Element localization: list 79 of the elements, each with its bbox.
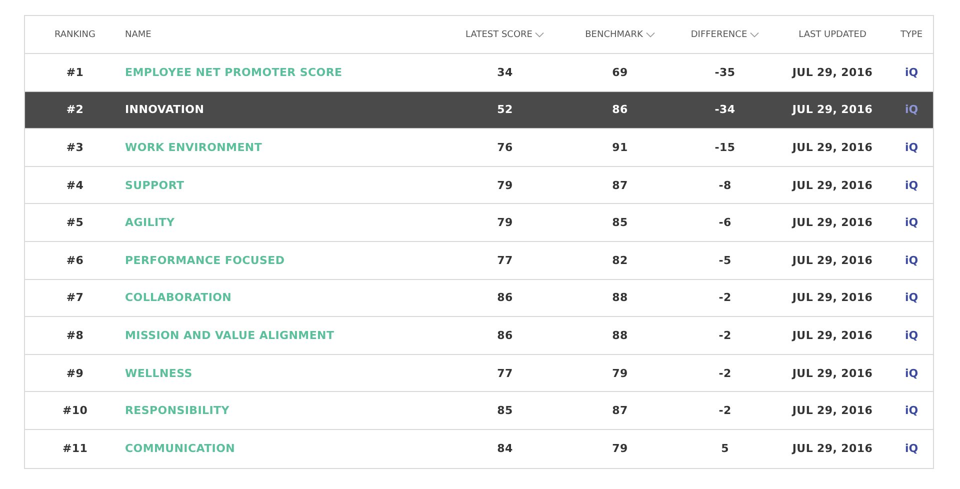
benchmark-cell-text: 87 — [611, 178, 629, 192]
rank-cell-text: #6 — [65, 254, 85, 267]
score-cell-text: 85 — [496, 404, 514, 418]
score-cell-text: 76 — [496, 140, 514, 154]
column-header: NAME — [125, 30, 152, 40]
difference-cell-text: -15 — [714, 140, 736, 154]
column-header: LAST UPDATED — [798, 30, 866, 40]
column-header[interactable]: BENCHMARK — [585, 30, 655, 40]
benchmark-cell-text: 85 — [611, 216, 629, 230]
type-label: iQ — [904, 366, 918, 380]
score-cell-text: 77 — [496, 254, 514, 267]
column-header[interactable]: LATEST SCORE — [466, 30, 544, 40]
score-cell-text: 77 — [496, 366, 514, 380]
table-row[interactable]: #7 COLLABORATION 86 88 -2 JUL 29, 2016 iQ — [25, 280, 933, 318]
rank-cell-text: #4 — [65, 178, 85, 192]
difference-cell-text: -2 — [718, 404, 732, 418]
benchmark-cell-text: 79 — [611, 366, 629, 380]
difference-cell-text: -5 — [718, 254, 732, 267]
table-row[interactable]: #2 INNOVATION 52 86 -34 JUL 29, 2016 iQ — [25, 92, 933, 130]
rank-cell-text: #1 — [65, 66, 85, 79]
score-cell-text: 86 — [496, 328, 514, 342]
type-label: iQ — [904, 254, 918, 267]
date-cell-text: JUL 29, 2016 — [790, 254, 874, 267]
type-label: iQ — [904, 404, 918, 418]
score-cell-text: 34 — [496, 66, 514, 79]
score-cell-text: 52 — [496, 103, 514, 116]
name-link[interactable]: INNOVATION — [125, 103, 445, 116]
date-cell-text: JUL 29, 2016 — [790, 178, 874, 192]
score-cell-text: 86 — [496, 291, 514, 304]
difference-cell-text: -6 — [718, 216, 732, 230]
type-label: iQ — [904, 291, 918, 304]
benchmark-cell-text: 88 — [611, 328, 629, 342]
type-label: iQ — [904, 140, 918, 154]
type-label: iQ — [904, 103, 918, 116]
type-label: iQ — [904, 66, 918, 79]
date-cell-text: JUL 29, 2016 — [790, 66, 874, 79]
type-label: iQ — [904, 442, 918, 456]
date-cell-text: JUL 29, 2016 — [790, 366, 874, 380]
difference-cell-text: -2 — [718, 328, 732, 342]
date-cell-text: JUL 29, 2016 — [790, 216, 874, 230]
benchmark-cell-text: 79 — [611, 442, 629, 456]
rank-cell-text: #9 — [65, 366, 85, 380]
difference-cell-text: 5 — [720, 442, 730, 456]
rank-cell-text: #11 — [61, 442, 89, 456]
date-cell-text: JUL 29, 2016 — [790, 404, 874, 418]
chevron-down-icon — [646, 32, 655, 38]
difference-cell-text: -8 — [718, 178, 732, 192]
difference-cell-text: -2 — [718, 291, 732, 304]
score-cell-text: 79 — [496, 216, 514, 230]
chevron-down-icon — [535, 32, 544, 38]
date-cell-text: JUL 29, 2016 — [790, 103, 874, 116]
score-cell-text: 79 — [496, 178, 514, 192]
rank-cell-text: #3 — [65, 140, 85, 154]
benchmark-cell-text: 88 — [611, 291, 629, 304]
date-cell-text: JUL 29, 2016 — [790, 328, 874, 342]
chevron-down-icon — [750, 32, 760, 38]
date-cell-text: JUL 29, 2016 — [790, 291, 874, 304]
benchmark-cell-text: 69 — [611, 66, 629, 79]
column-header[interactable]: DIFFERENCE — [690, 30, 760, 40]
benchmark-cell-text: 91 — [611, 140, 629, 154]
score-cell-text: 84 — [496, 442, 514, 456]
rank-cell-text: #8 — [65, 328, 85, 342]
rank-cell-text: #10 — [61, 404, 89, 418]
date-cell-text: JUL 29, 2016 — [790, 140, 874, 154]
type-label: iQ — [904, 178, 918, 192]
type-label: iQ — [904, 328, 918, 342]
benchmark-cell-text: 87 — [611, 404, 629, 418]
benchmark-cell-text: 82 — [611, 254, 629, 267]
column-header: TYPE — [900, 30, 923, 40]
rank-cell-text: #5 — [65, 216, 85, 230]
difference-cell-text: -34 — [714, 103, 736, 116]
type-label: iQ — [904, 216, 918, 230]
benchmark-cell-text: 86 — [611, 103, 629, 116]
rank-cell-text: #2 — [65, 103, 85, 116]
difference-cell-text: -35 — [714, 66, 736, 79]
date-cell-text: JUL 29, 2016 — [790, 442, 874, 456]
difference-cell-text: -2 — [718, 366, 732, 380]
column-header: RANKING — [54, 30, 96, 40]
rank-cell-text: #7 — [65, 291, 85, 304]
